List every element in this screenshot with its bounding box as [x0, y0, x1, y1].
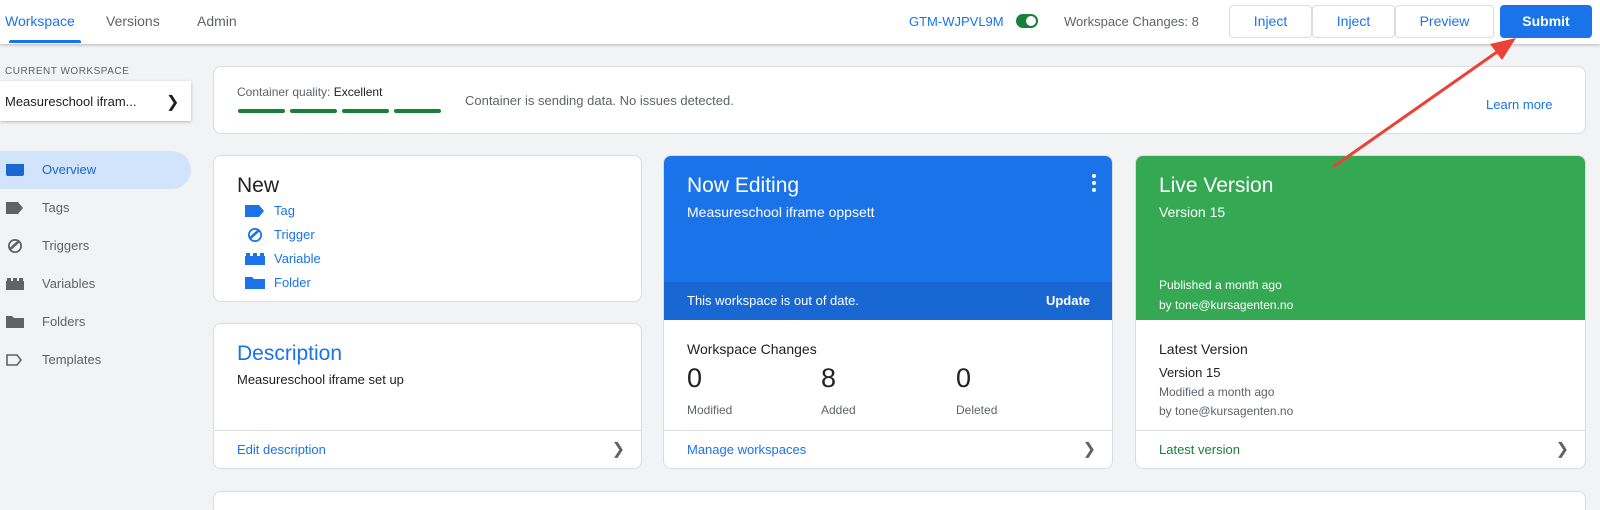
new-item-label: Variable [274, 251, 321, 266]
workspace-changes-title: Workspace Changes [687, 341, 817, 357]
quality-message: Container is sending data. No issues det… [465, 93, 734, 108]
current-workspace-name: Measureschool iframe oppsett [687, 204, 875, 220]
edit-description-link[interactable]: Edit description [237, 442, 326, 457]
new-card: New Tag Trigger Variable Folder [213, 155, 642, 302]
tag-icon [6, 202, 23, 214]
more-vert-icon[interactable] [1092, 174, 1096, 195]
sidebar-item-label: Overview [42, 162, 97, 177]
manage-workspaces-link[interactable]: Manage workspaces [687, 442, 806, 457]
out-of-date-message: This workspace is out of date. [687, 293, 859, 308]
sidebar-item-triggers[interactable]: Triggers [0, 227, 191, 265]
template-icon [6, 354, 23, 366]
description-text: Measureschool iframe set up [237, 372, 404, 387]
container-id[interactable]: GTM-WJPVL9M [909, 14, 1004, 29]
latest-version-number: Version 15 [1159, 365, 1221, 380]
submit-button[interactable]: Submit [1500, 5, 1592, 38]
chevron-right-icon: ❯ [1082, 441, 1096, 458]
quality-bar-segment [394, 109, 441, 113]
chevron-right-icon: ❯ [166, 94, 180, 111]
added-count: 8 [821, 363, 837, 393]
variable-icon [6, 278, 24, 290]
latest-version-link[interactable]: Latest version [1159, 442, 1240, 457]
sidebar-item-folders[interactable]: Folders [0, 303, 191, 341]
quality-bar-segment [342, 109, 389, 113]
quality-bar-segment [290, 109, 337, 113]
published-time: Published a month ago [1159, 278, 1282, 292]
deleted-label: Deleted [956, 403, 998, 417]
sidebar-item-overview[interactable]: Overview [0, 151, 191, 189]
live-version-header: Live Version Version 15 Published a mont… [1136, 156, 1585, 320]
folder-icon [245, 277, 265, 289]
container-toggle[interactable] [1016, 14, 1038, 28]
top-bar: Workspace Versions Admin GTM-WJPVL9M Wor… [0, 0, 1600, 44]
sidebar-item-variables[interactable]: Variables [0, 265, 191, 303]
sidebar-item-label: Templates [42, 352, 102, 367]
variable-icon [245, 253, 265, 265]
tab-workspace[interactable]: Workspace [5, 0, 81, 44]
new-item-label: Tag [274, 203, 295, 218]
trigger-icon [8, 239, 22, 253]
trigger-icon [248, 228, 262, 242]
manage-workspaces-footer[interactable]: Manage workspaces ❯ [664, 430, 1112, 468]
workspace-changes-count: Workspace Changes: 8 [1064, 14, 1199, 29]
tag-icon [245, 205, 264, 217]
learn-more-link[interactable]: Learn more [1486, 97, 1552, 112]
published-by: by tone@kursagenten.no [1159, 298, 1294, 312]
live-version-title: Live Version [1159, 174, 1274, 197]
sidebar-item-tags[interactable]: Tags [0, 189, 191, 227]
quality-bar-segment [238, 109, 285, 113]
workspace-selector[interactable]: Measureschool ifram... ❯ [0, 81, 191, 121]
new-card-title: New [237, 174, 280, 197]
out-of-date-banner: This workspace is out of date. Update [664, 282, 1112, 320]
modified-count: 0 [687, 363, 703, 393]
quality-label: Container quality: Excellent [237, 85, 383, 99]
overview-icon [6, 164, 24, 176]
modified-label: Modified [687, 403, 733, 417]
sidebar-item-templates[interactable]: Templates [0, 341, 191, 379]
inject-button-1[interactable]: Inject [1229, 5, 1312, 38]
added-label: Added [821, 403, 856, 417]
preview-button[interactable]: Preview [1395, 5, 1494, 38]
edit-description-footer[interactable]: Edit description ❯ [214, 430, 641, 468]
sidebar-item-label: Triggers [42, 238, 90, 253]
now-editing-card: Now Editing Measureschool iframe oppsett… [663, 155, 1113, 469]
latest-version-title: Latest Version [1159, 341, 1248, 357]
update-button[interactable]: Update [1046, 293, 1090, 308]
deleted-count: 0 [956, 363, 972, 393]
workspace-name: Measureschool ifram... [5, 94, 137, 109]
inject-button-2[interactable]: Inject [1312, 5, 1395, 38]
current-workspace-label: CURRENT WORKSPACE [5, 66, 130, 77]
bottom-card [213, 491, 1586, 510]
container-quality-card: Container quality: Excellent Container i… [213, 66, 1586, 134]
new-item-label: Trigger [274, 227, 315, 242]
now-editing-header: Now Editing Measureschool iframe oppsett [664, 156, 1112, 282]
description-card: Description Measureschool iframe set up … [213, 323, 642, 469]
new-item-label: Folder [274, 275, 311, 290]
quality-value: Excellent [333, 85, 383, 99]
latest-modified-by: by tone@kursagenten.no [1159, 404, 1294, 418]
tab-admin[interactable]: Admin [197, 0, 237, 44]
sidebar-item-label: Tags [42, 200, 70, 215]
now-editing-title: Now Editing [687, 174, 800, 197]
live-version-card: Live Version Version 15 Published a mont… [1135, 155, 1586, 469]
tab-versions[interactable]: Versions [106, 0, 160, 44]
sidebar-item-label: Folders [42, 314, 86, 329]
chevron-right-icon: ❯ [611, 441, 625, 458]
latest-version-footer[interactable]: Latest version ❯ [1136, 430, 1585, 468]
chevron-right-icon: ❯ [1555, 441, 1569, 458]
latest-modified-time: Modified a month ago [1159, 385, 1275, 399]
live-version-number: Version 15 [1159, 204, 1226, 220]
description-title[interactable]: Description [237, 342, 342, 366]
sidebar-item-label: Variables [42, 276, 96, 291]
folder-icon [6, 316, 24, 328]
